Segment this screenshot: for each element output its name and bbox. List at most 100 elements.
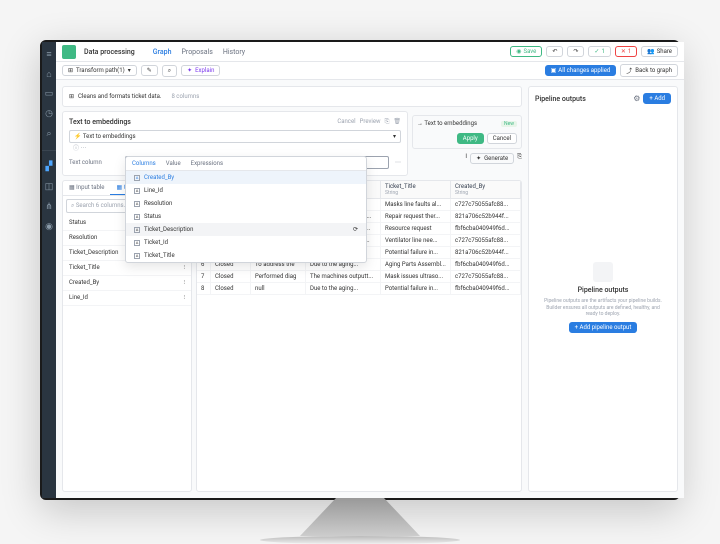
search-icon[interactable]: ⌕ <box>43 128 55 140</box>
dd-tab-expressions[interactable]: Expressions <box>191 160 223 167</box>
dd-tab-value[interactable]: Value <box>166 160 181 167</box>
col-header[interactable]: Created_ByString <box>451 181 521 198</box>
table-cell: Potential failure in... <box>381 247 451 258</box>
add-output-button[interactable]: + Add <box>643 93 671 104</box>
table-cell: Closed <box>211 283 251 294</box>
table-cell: Mask issues ultraso... <box>381 271 451 282</box>
table-cell: 8 <box>197 283 211 294</box>
folder-icon[interactable]: ▭ <box>43 88 55 100</box>
left-rail: ≡ ⌂ ▭ ◷ ⌕ ▞ ◫ ⋔ ◉ <box>42 42 56 498</box>
table-cell: 821a706c52b944f... <box>451 211 521 222</box>
undo-button[interactable]: ↶ <box>546 46 563 57</box>
top-bar: Data processing Graph Proposals History … <box>56 42 684 62</box>
share-button[interactable]: 👥 Share <box>641 46 678 57</box>
save-button[interactable]: ◉ Save <box>510 46 542 57</box>
node-icon: ⊞ <box>69 93 74 100</box>
dd-item-status[interactable]: AStatus <box>126 210 366 223</box>
copy-icon-2[interactable]: ⎘ <box>517 153 522 164</box>
generate-button[interactable]: ✦ Generate <box>470 153 514 164</box>
table-cell: Performed diag <box>251 271 306 282</box>
filter-created-by[interactable]: Created_By⫶ <box>63 276 191 291</box>
table-cell: c727c75055afc88... <box>451 199 521 210</box>
tab-input-table[interactable]: ▦ Input table <box>63 181 110 195</box>
changes-applied-button[interactable]: ▣ All changes applied <box>545 65 617 76</box>
tab-proposals[interactable]: Proposals <box>181 48 212 56</box>
dd-item-ticket-title[interactable]: ATicket_Title <box>126 249 366 262</box>
table-cell: c727c75055afc88... <box>451 271 521 282</box>
column-dropdown: Columns Value Expressions ACreated_By AL… <box>125 156 367 263</box>
side-title: Text to embeddings <box>424 120 477 127</box>
table-cell: Closed <box>211 271 251 282</box>
search-button[interactable]: ⌕ <box>162 65 177 77</box>
dd-item-ticket-id[interactable]: ATicket_Id <box>126 236 366 249</box>
table-row[interactable]: 8ClosednullDue to the aging...Potential … <box>197 283 521 295</box>
edit-button[interactable]: ✎ <box>141 65 158 76</box>
table-cell: c727c75055afc88... <box>451 235 521 246</box>
dd-item-ticket-description[interactable]: ATicket_Description ⟳ <box>126 223 366 236</box>
dd-item-created-by[interactable]: ACreated_By <box>126 171 366 184</box>
breadcrumb: Data processing <box>84 48 135 56</box>
outputs-title: Pipeline outputs <box>535 95 586 103</box>
dd-item-resolution[interactable]: AResolution <box>126 197 366 210</box>
more-icon[interactable]: ⋯ <box>395 159 401 166</box>
explain-button[interactable]: ✦ Explain <box>181 65 220 76</box>
gear-icon[interactable]: ⚙ <box>633 94 640 103</box>
cancel-button[interactable]: Cancel <box>487 133 517 144</box>
tab-graph[interactable]: Graph <box>153 48 172 56</box>
table-cell: 7 <box>197 271 211 282</box>
transform-path[interactable]: ⊞ Transform path(1) ▾ <box>62 65 137 76</box>
discard-button[interactable]: ✕1 <box>615 46 637 57</box>
filter-line-id[interactable]: Line_Id⫶ <box>63 291 191 306</box>
table-cell: fbf6cba040949f6d... <box>451 259 521 270</box>
outputs-desc: Pipeline outputs are the artifacts your … <box>543 298 663 318</box>
table-cell: The machines outputt... <box>306 271 381 282</box>
layers-icon[interactable]: ◫ <box>43 181 55 193</box>
toolbar: ⊞ Transform path(1) ▾ ✎ ⌕ ✦ Explain ▣ Al… <box>56 62 684 80</box>
node-desc: Cleans and formats ticket data. <box>78 93 161 100</box>
tab-history[interactable]: History <box>223 48 245 56</box>
menu-icon[interactable]: ≡ <box>43 48 55 60</box>
config-panel: Text to embeddings Cancel Preview ⎘ 🗑 ⚡ … <box>62 111 408 176</box>
bell-icon[interactable]: ◉ <box>43 221 55 233</box>
back-to-graph-button[interactable]: ⤴ Back to graph <box>620 64 678 77</box>
app-logo[interactable] <box>62 45 76 59</box>
home-icon[interactable]: ⌂ <box>43 68 55 80</box>
outputs-placeholder-icon <box>593 262 613 282</box>
table-cell: Resource request <box>381 223 451 234</box>
table-cell: Aging Parts Assembl... <box>381 259 451 270</box>
table-cell: Due to the aging... <box>306 283 381 294</box>
preview-link[interactable]: Preview <box>360 118 381 126</box>
table-cell: null <box>251 283 306 294</box>
redo-button[interactable]: ↷ <box>567 46 584 57</box>
transform-select[interactable]: ⚡ Text to embeddings ▾ <box>69 130 401 143</box>
table-cell: fbf6cba040949f6d... <box>451 223 521 234</box>
apply-button[interactable]: Apply <box>457 133 484 144</box>
copy-icon[interactable]: ⎘ <box>385 118 390 126</box>
new-badge: New <box>501 121 517 127</box>
node-cols: 8 columns <box>171 93 199 100</box>
share-icon[interactable]: ⋔ <box>43 201 55 213</box>
cancel-link[interactable]: Cancel <box>337 118 355 126</box>
check-button[interactable]: ✓1 <box>588 46 610 57</box>
table-cell: Repair request ther... <box>381 211 451 222</box>
text-column-label: Text column <box>69 159 119 166</box>
node-summary: ⊞ Cleans and formats ticket data. 8 colu… <box>62 86 522 107</box>
dd-tab-columns[interactable]: Columns <box>132 160 156 167</box>
table-row[interactable]: 7ClosedPerformed diagThe machines output… <box>197 271 521 283</box>
col-header[interactable]: Ticket_TitleString <box>381 181 451 198</box>
config-title: Text to embeddings <box>69 118 131 126</box>
outputs-panel: Pipeline outputs ⚙ + Add Pipeline output… <box>528 86 678 492</box>
add-pipeline-output-button[interactable]: + Add pipeline output <box>569 322 638 333</box>
dd-item-line-id[interactable]: ALine_Id <box>126 184 366 197</box>
table-cell: 821a706c52b944f... <box>451 247 521 258</box>
clock-icon[interactable]: ◷ <box>43 108 55 120</box>
italic-icon[interactable]: I <box>465 153 467 164</box>
chevron-down-icon: ▾ <box>393 133 396 140</box>
filter-ticket-title[interactable]: Ticket_Title⫶ <box>63 261 191 276</box>
table-cell: fbf6cba040949f6d... <box>451 283 521 294</box>
delete-icon[interactable]: 🗑 <box>393 118 401 126</box>
table-cell: Potential failure in... <box>381 283 451 294</box>
table-cell: Masks line faults al... <box>381 199 451 210</box>
chart-icon[interactable]: ▞ <box>43 161 55 173</box>
outputs-heading: Pipeline outputs <box>578 286 629 294</box>
